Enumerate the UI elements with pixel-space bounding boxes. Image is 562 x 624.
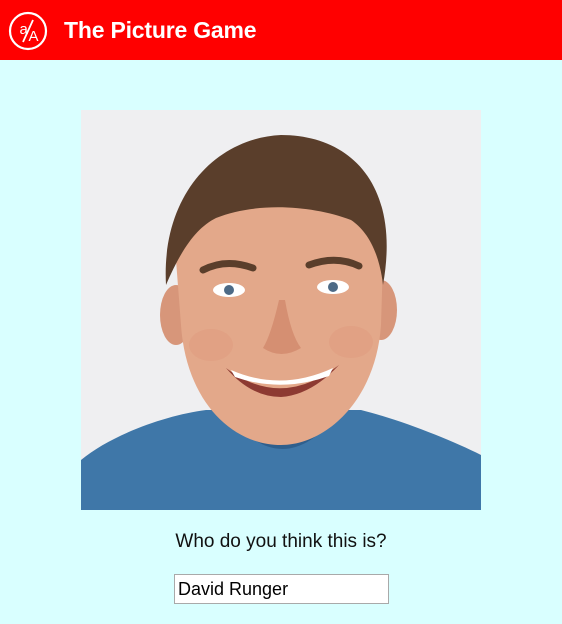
app-title: The Picture Game	[64, 17, 257, 43]
svg-text:A: A	[29, 28, 39, 45]
app-header: a A The Picture Game	[0, 0, 562, 60]
person-photo-illustration	[81, 110, 481, 510]
question-text: Who do you think this is?	[175, 531, 387, 552]
app-logo[interactable]: a A	[8, 11, 48, 51]
person-photo	[81, 110, 481, 510]
answer-input[interactable]	[174, 574, 389, 604]
svg-text:a: a	[20, 21, 29, 38]
